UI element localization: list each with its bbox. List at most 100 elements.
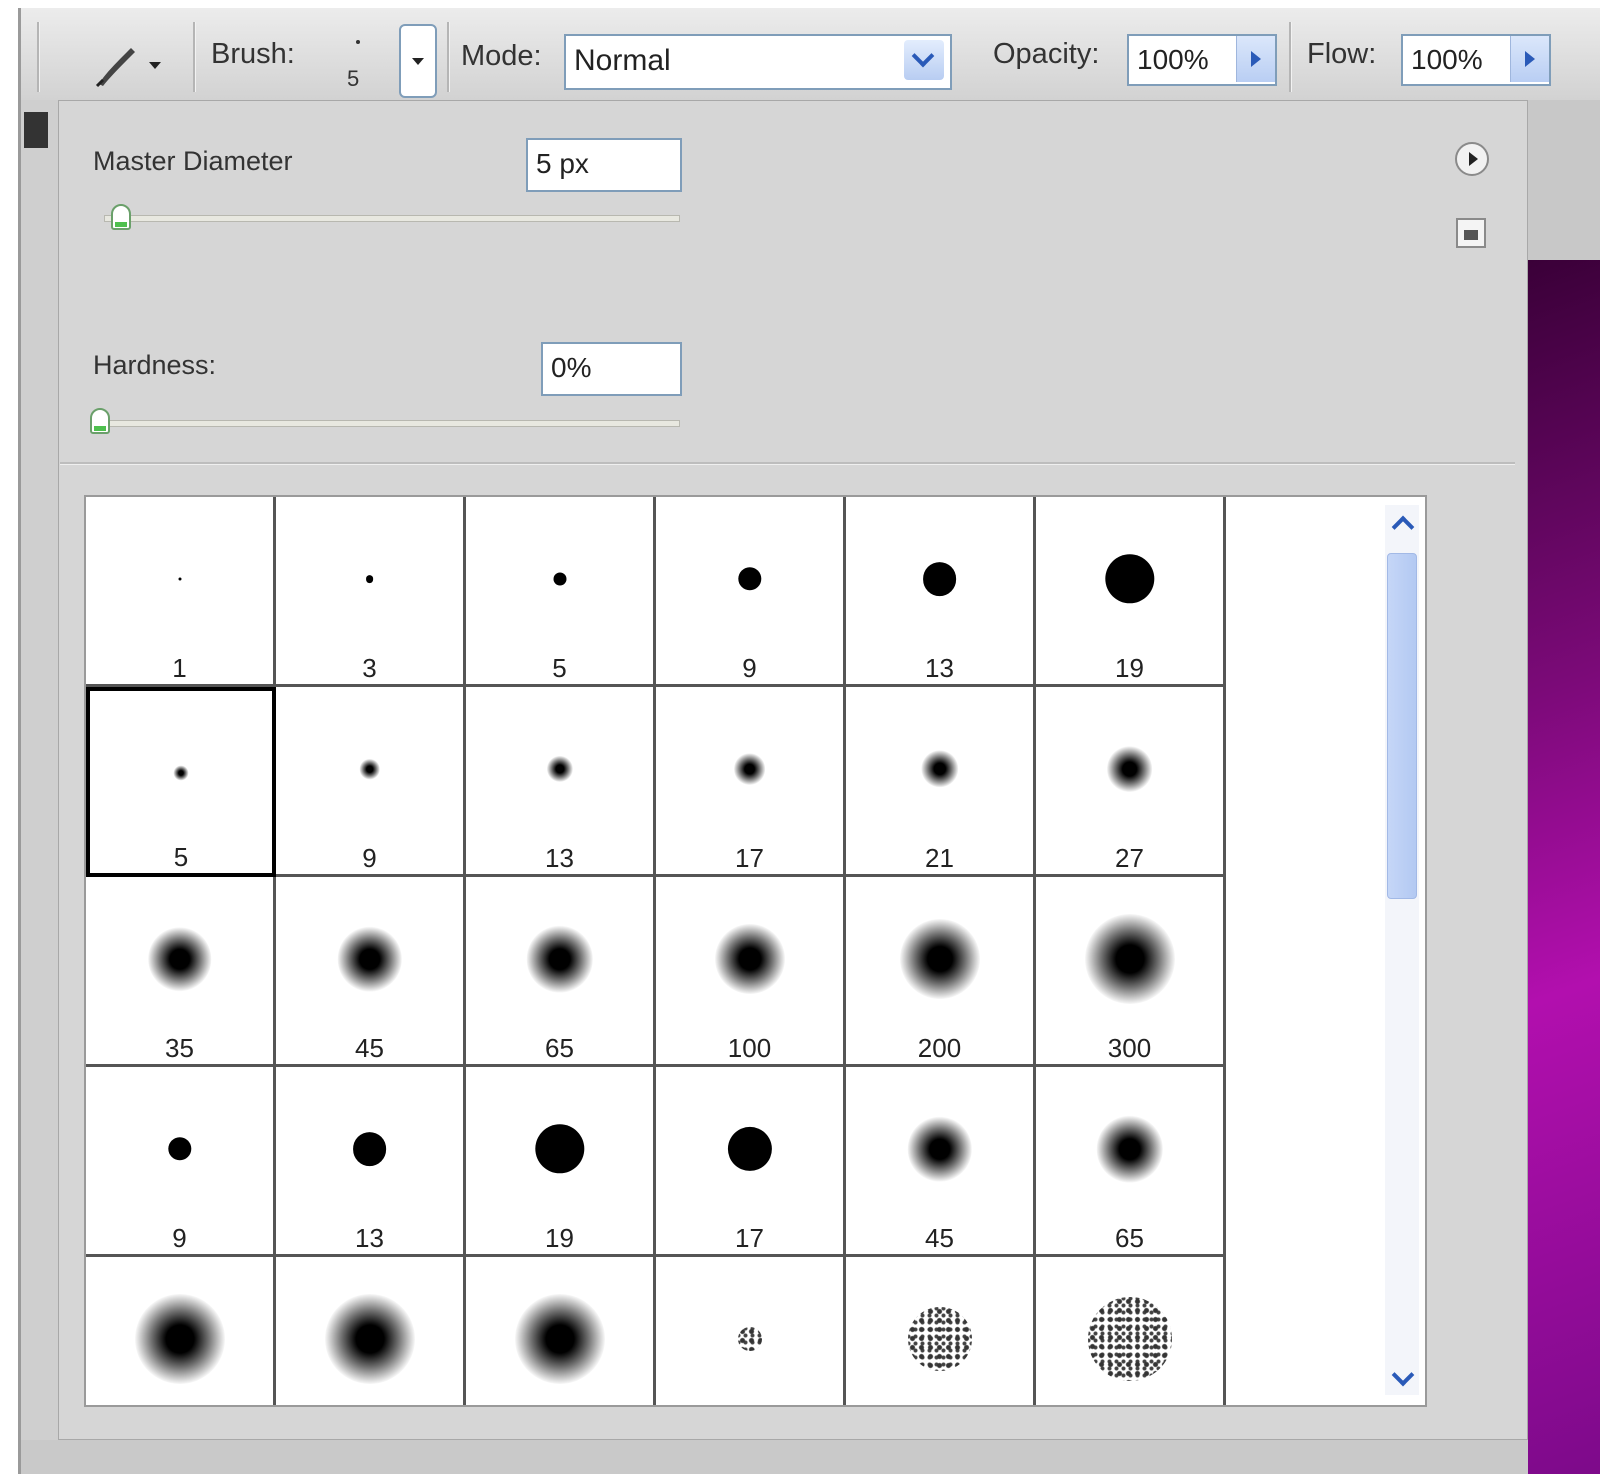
brush-size-label: 9 <box>362 843 377 873</box>
hardness-slider-thumb[interactable] <box>90 408 110 434</box>
brush-preset[interactable]: 27 <box>1036 687 1226 877</box>
master-diameter-slider-thumb[interactable] <box>111 204 132 230</box>
brush-size-label: 300 <box>1107 1033 1152 1063</box>
brush-size-label: 19 <box>545 1223 574 1253</box>
chevron-down-icon <box>911 44 935 68</box>
brush-picker-button[interactable] <box>399 24 437 98</box>
brush-preset[interactable]: 13 <box>846 497 1036 687</box>
brush-tool-icon[interactable] <box>91 38 151 88</box>
brush-preset[interactable]: 17 <box>656 687 846 877</box>
brush-size-label: 3 <box>362 653 377 683</box>
hardness-field[interactable]: 0% <box>541 342 682 396</box>
brush-preset[interactable]: 35 <box>86 877 276 1067</box>
brush-preset[interactable]: 100 <box>656 877 846 1067</box>
master-diameter-slider-track[interactable] <box>104 215 680 222</box>
soft-round-brush-icon <box>733 753 766 785</box>
soft-round-brush-icon <box>134 1294 225 1384</box>
brush-size-label: 65 <box>1115 1223 1144 1253</box>
soft-round-brush-icon <box>173 765 189 781</box>
brush-list-scrollbar[interactable] <box>1385 505 1419 1395</box>
panel-menu-button[interactable] <box>1455 142 1489 176</box>
brush-preset[interactable]: 3 <box>276 497 466 687</box>
brush-size-label: 13 <box>925 653 954 683</box>
brush-preset[interactable]: 21 <box>846 687 1036 877</box>
soft-round-brush-icon <box>920 750 959 788</box>
panel-bottom-edge <box>21 1440 1528 1474</box>
hardness-slider-track[interactable] <box>96 420 680 427</box>
toolbar-separator <box>1289 22 1292 92</box>
chevron-up-icon <box>1391 515 1415 539</box>
brush-preset[interactable]: 5 <box>86 687 276 877</box>
brush-preset[interactable] <box>276 1257 466 1405</box>
brush-preset[interactable]: 19 <box>1036 497 1226 687</box>
mode-dropdown-button[interactable] <box>904 40 944 80</box>
brush-size-label: 21 <box>925 843 954 873</box>
brush-preset[interactable]: 65 <box>466 877 656 1067</box>
brush-size-label: 5 <box>173 842 189 872</box>
brush-size-label: 1 <box>172 653 187 683</box>
brush-size-label: 27 <box>1115 843 1144 873</box>
spatter-brush-icon <box>907 1307 972 1371</box>
soft-round-brush-icon <box>147 927 212 991</box>
brush-preset[interactable] <box>846 1257 1036 1405</box>
brush-preset[interactable]: 19 <box>466 1067 656 1257</box>
hard-round-brush-icon <box>922 562 957 596</box>
brush-preset[interactable]: 200 <box>846 877 1036 1067</box>
toolbar-separator <box>447 22 450 92</box>
brush-size-label: 13 <box>545 843 574 873</box>
brush-preset[interactable]: 9 <box>86 1067 276 1257</box>
hard-round-brush-icon <box>352 1132 387 1166</box>
left-dock-gutter <box>21 100 58 1474</box>
brush-preset[interactable]: 300 <box>1036 877 1226 1067</box>
soft-round-brush-icon <box>546 755 573 783</box>
brush-size-label: 200 <box>917 1033 962 1063</box>
brush-preset[interactable]: 65 <box>1036 1067 1226 1257</box>
brush-size-label: 5 <box>552 653 567 683</box>
brush-preset[interactable] <box>1036 1257 1226 1405</box>
brush-preset-list[interactable]: 1 3 5 9 13 19 5 9 13 17 21 27 35 45 65 100 200 300 9 13 19 17… <box>84 495 1427 1407</box>
brush-size-label: 35 <box>165 1033 194 1063</box>
options-bar: Brush: 5 Mode: Normal Opacity: 100% Flow… <box>21 8 1600 101</box>
mode-select[interactable]: Normal <box>564 34 952 90</box>
opacity-field[interactable]: 100% <box>1127 34 1277 86</box>
chevron-down-icon <box>412 58 424 65</box>
brush-preset[interactable]: 5 <box>466 497 656 687</box>
flow-slider-button[interactable] <box>1510 36 1549 82</box>
brush-preset[interactable]: 1 <box>86 497 276 687</box>
chevron-down-icon <box>1391 1363 1415 1387</box>
brush-preset[interactable]: 9 <box>276 687 466 877</box>
brush-preset[interactable] <box>656 1257 846 1405</box>
scrollbar-thumb[interactable] <box>1387 553 1417 899</box>
mode-label: Mode: <box>461 40 542 72</box>
brush-preset[interactable] <box>466 1257 656 1405</box>
soft-round-brush-icon <box>526 925 593 993</box>
brush-size-label: 9 <box>742 653 757 683</box>
brush-label: Brush: <box>211 38 295 70</box>
opacity-value: 100% <box>1137 44 1209 75</box>
flow-field[interactable]: 100% <box>1401 34 1551 86</box>
master-diameter-field[interactable]: 5 px <box>526 138 682 192</box>
dock-grip-icon[interactable] <box>24 112 48 148</box>
hard-round-brush-icon <box>178 577 181 581</box>
tool-preset-dropdown-icon[interactable] <box>149 62 161 69</box>
brush-preset[interactable]: 13 <box>466 687 656 877</box>
document-canvas[interactable] <box>1528 260 1600 1474</box>
scroll-up-button[interactable] <box>1385 505 1419 539</box>
brush-preset[interactable]: 45 <box>276 877 466 1067</box>
soft-round-brush-icon <box>337 926 402 992</box>
brush-preset[interactable]: 17 <box>656 1067 846 1257</box>
opacity-slider-button[interactable] <box>1236 36 1275 82</box>
triangle-right-icon <box>1469 152 1478 166</box>
hard-round-brush-icon <box>727 1126 772 1172</box>
soft-round-brush-icon <box>907 1116 972 1182</box>
mode-select-value: Normal <box>574 44 671 77</box>
brush-preset[interactable]: 45 <box>846 1067 1036 1257</box>
brush-preset[interactable]: 9 <box>656 497 846 687</box>
new-brush-preset-icon[interactable] <box>1456 218 1486 248</box>
brush-size-label: 17 <box>735 843 764 873</box>
soft-round-brush-icon <box>1106 746 1153 792</box>
brush-preset[interactable]: 13 <box>276 1067 466 1257</box>
brush-preset[interactable] <box>86 1257 276 1405</box>
scroll-down-button[interactable] <box>1385 1361 1419 1395</box>
spatter-brush-icon <box>1087 1297 1172 1381</box>
